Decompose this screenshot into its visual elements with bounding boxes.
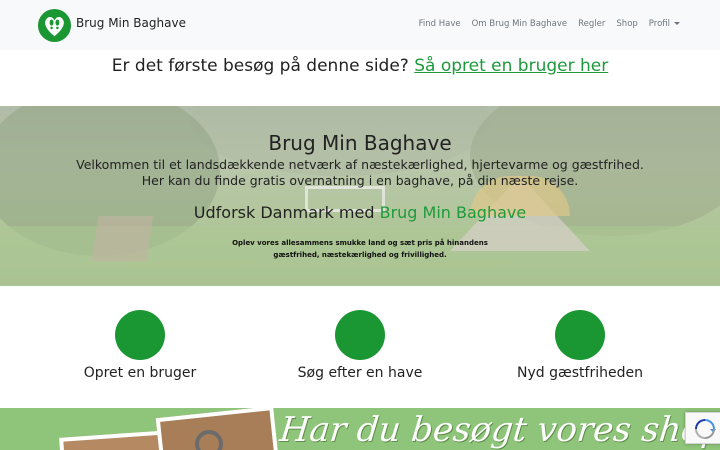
feature-label: Opret en bruger [83, 365, 197, 381]
recaptcha-icon [695, 419, 716, 439]
shop-photo [59, 430, 171, 450]
hero-section: Brug Min Baghave Velkommen til et landsd… [0, 106, 720, 286]
signup-link[interactable]: Så opret en bruger her [414, 56, 608, 76]
nav-shop[interactable]: Shop [616, 19, 637, 29]
hero-tagline: gæstfrihed, næstekærlighed og frivilligh… [273, 251, 447, 259]
recaptcha-badge[interactable] [685, 412, 720, 444]
hero-explore-prefix: Udforsk Danmark med [193, 203, 375, 222]
hero-title: Brug Min Baghave [268, 131, 452, 155]
feature-label: Søg efter en have [297, 365, 423, 381]
shop-banner[interactable]: Har du besøgt vores shop? [0, 408, 720, 450]
hero-explore-brand: Brug Min Baghave [379, 203, 527, 222]
feature-soeg-have[interactable]: Søg efter en have [260, 310, 460, 381]
signup-prompt: Er det første besøg på denne side? Så op… [0, 56, 720, 76]
feature-circle-icon [115, 310, 165, 360]
hero-explore-heading: Udforsk Danmark med Brug Min Baghave [0, 203, 720, 222]
nav-om[interactable]: Om Brug Min Baghave [472, 19, 568, 29]
hero-subtitle: Velkommen til et landsdækkende netværk a… [76, 157, 644, 172]
feature-opret-bruger[interactable]: Opret en bruger [40, 310, 240, 381]
feature-circle-icon [335, 310, 385, 360]
nav-profil-label: Profil [648, 19, 670, 29]
main-nav: Find Have Om Brug Min Baghave Regler Sho… [419, 19, 680, 29]
feature-nyd-gaestfrihed[interactable]: Nyd gæstfriheden [480, 310, 680, 381]
hero-tagline: Oplev vores allesammens smukke land og s… [232, 239, 488, 247]
nav-regler[interactable]: Regler [578, 19, 605, 29]
navbar: Brug Min Baghave Find Have Om Brug Min B… [0, 0, 720, 50]
signup-prompt-text: Er det første besøg på denne side? [111, 56, 409, 76]
keyring-icon [195, 430, 223, 450]
hero-subtitle: Her kan du finde gratis overnatning i en… [141, 173, 579, 188]
brand-name[interactable]: Brug Min Baghave [76, 16, 186, 30]
shop-banner-text: Har du besøgt vores shop? [277, 410, 720, 450]
feature-label: Nyd gæstfriheden [517, 365, 643, 381]
caret-down-icon [674, 22, 680, 25]
brand-logo-icon[interactable] [37, 8, 72, 43]
nav-find-have[interactable]: Find Have [419, 19, 461, 29]
feature-circle-icon [555, 310, 605, 360]
nav-profil-dropdown[interactable]: Profil [649, 19, 680, 29]
